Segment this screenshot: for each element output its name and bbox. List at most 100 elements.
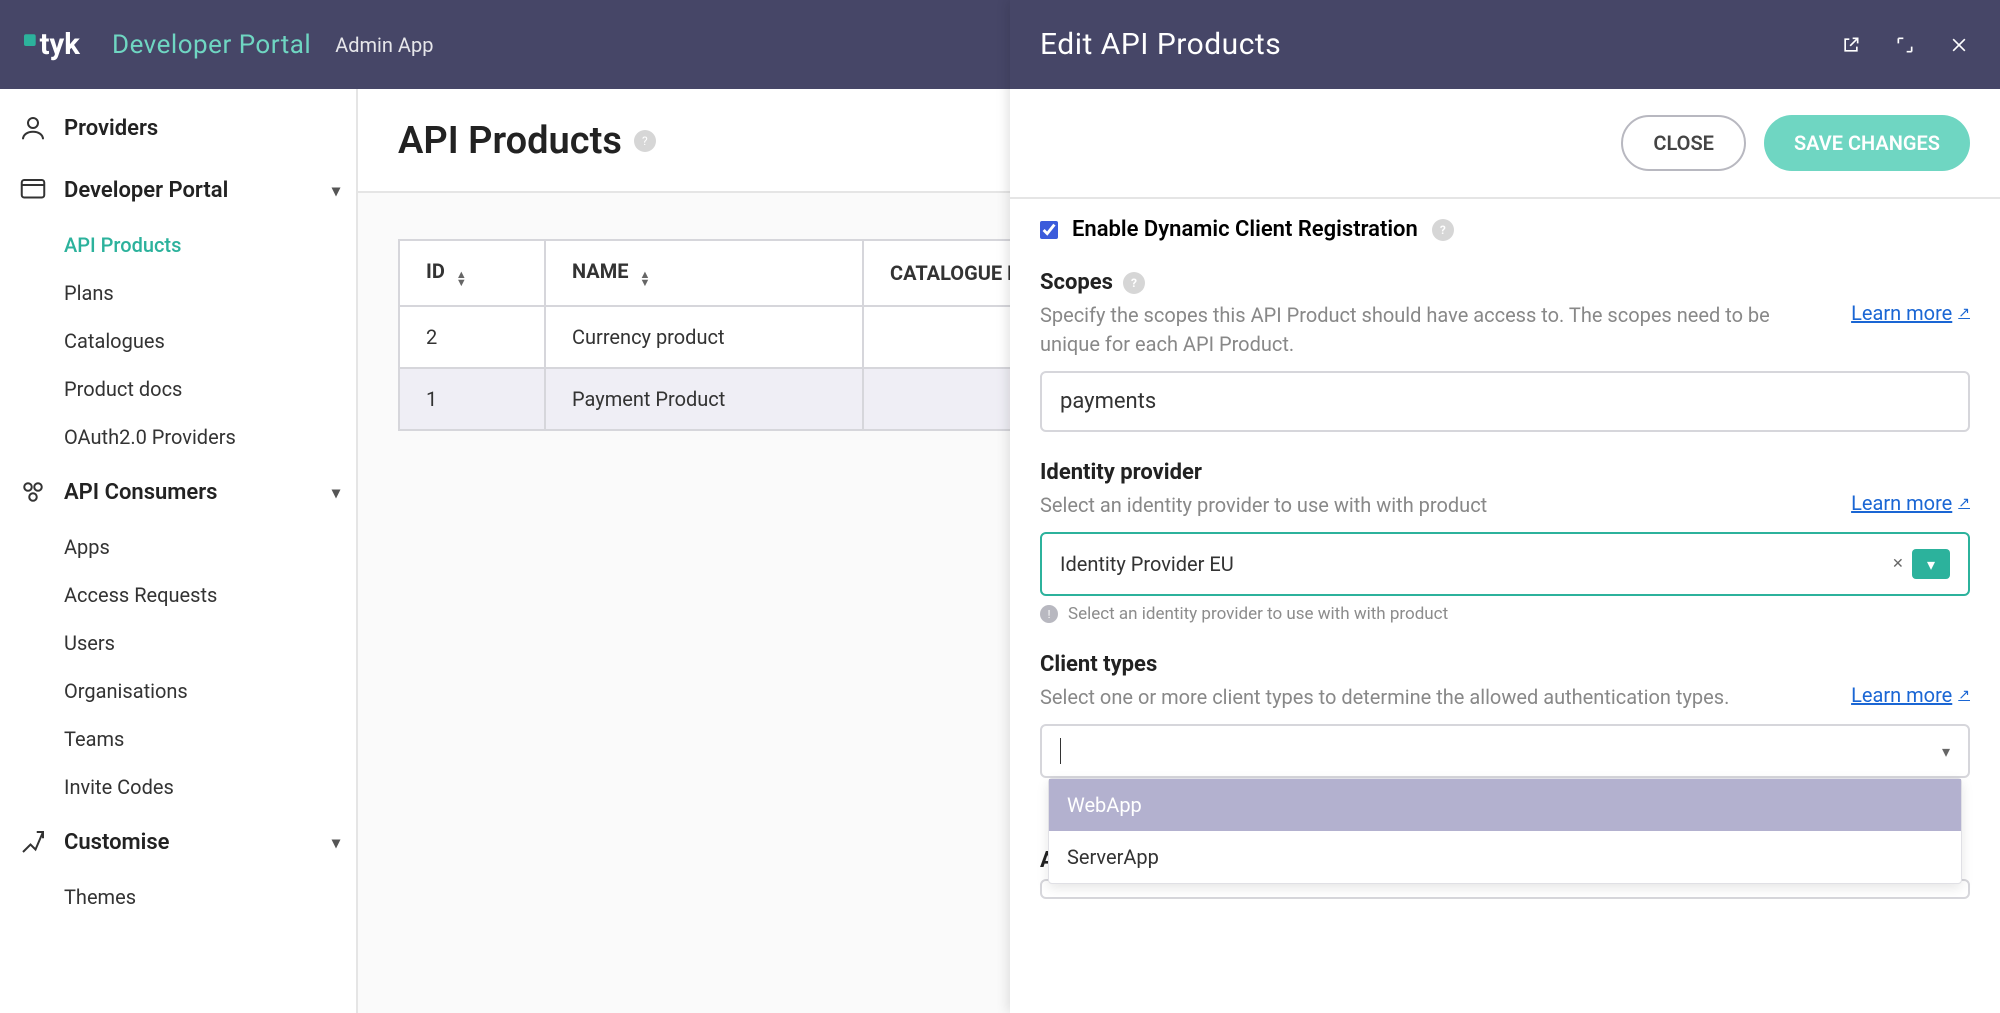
external-link-icon: ↗ (1958, 687, 1970, 703)
providers-icon (16, 111, 50, 145)
sidebar-label: Providers (64, 116, 158, 141)
learn-more-text: Learn more (1851, 491, 1952, 515)
sidebar-item-invite-codes[interactable]: Invite Codes (0, 763, 356, 811)
client-types-heading: Client types (1040, 652, 1970, 677)
save-changes-button[interactable]: SAVE CHANGES (1764, 115, 1970, 171)
clear-icon[interactable]: ✕ (1892, 556, 1904, 572)
close-icon[interactable] (1948, 34, 1970, 56)
text-cursor (1060, 738, 1061, 764)
sidebar-label: Developer Portal (64, 178, 228, 203)
client-types-learn-more-link[interactable]: Learn more ↗ (1851, 683, 1970, 707)
col-name-label: NAME (572, 259, 628, 283)
sidebar-item-themes[interactable]: Themes (0, 873, 356, 921)
idp-learn-more-link[interactable]: Learn more ↗ (1851, 491, 1970, 515)
idp-hint-text: Select an identity provider to use with … (1068, 604, 1448, 624)
client-types-section: Client types Select one or more client t… (1040, 652, 1970, 778)
learn-more-text: Learn more (1851, 683, 1952, 707)
expand-icon[interactable] (1894, 34, 1916, 56)
learn-more-text: Learn more (1851, 301, 1952, 325)
sidebar-section-customise[interactable]: Customise ▾ (0, 811, 356, 873)
sidebar-item-apps[interactable]: Apps (0, 523, 356, 571)
tyk-logo: tyk (24, 24, 102, 66)
client-type-option-webapp[interactable]: WebApp (1049, 779, 1961, 831)
consumers-icon (16, 475, 50, 509)
sidebar-label: API Consumers (64, 480, 217, 505)
enable-dcr-row: Enable Dynamic Client Registration ? (1040, 217, 1970, 242)
scopes-learn-more-link[interactable]: Learn more ↗ (1851, 301, 1970, 325)
help-icon[interactable]: ? (1432, 219, 1454, 241)
idp-select-value: Identity Provider EU (1060, 552, 1234, 576)
sidebar-label: Customise (64, 830, 170, 855)
cell-name: Payment Product (545, 368, 863, 430)
scopes-section: Scopes ? Specify the scopes this API Pro… (1040, 270, 1970, 432)
chevron-down-icon: ▾ (332, 181, 340, 200)
col-name[interactable]: NAME ▲▼ (545, 240, 863, 306)
edit-panel: Edit API Products CLOSE SAVE CHANGES Ena… (1010, 0, 2000, 1013)
sidebar: Providers Developer Portal ▾ API Product… (0, 89, 358, 1013)
col-id-label: ID (426, 259, 445, 283)
idp-heading-text: Identity provider (1040, 460, 1202, 485)
brand-context: Admin App (335, 33, 433, 57)
sidebar-item-oauth2-providers[interactable]: OAuth2.0 Providers (0, 413, 356, 461)
client-types-dropdown-wrap: ▾ WebApp ServerApp (1040, 724, 1970, 778)
client-type-option-serverapp[interactable]: ServerApp (1049, 831, 1961, 883)
sidebar-section-developer-portal[interactable]: Developer Portal ▾ (0, 159, 356, 221)
page-title: API Products (398, 119, 622, 163)
idp-heading: Identity provider (1040, 460, 1970, 485)
customise-icon (16, 825, 50, 859)
idp-desc: Select an identity provider to use with … (1040, 491, 1827, 520)
col-catalogue-label: CATALOGUE DI (890, 261, 1026, 285)
sort-icon: ▲▼ (639, 271, 650, 287)
sort-icon: ▲▼ (456, 271, 467, 287)
sidebar-item-organisations[interactable]: Organisations (0, 667, 356, 715)
chevron-down-icon: ▾ (1942, 742, 1950, 761)
idp-hint: ! Select an identity provider to use wit… (1040, 604, 1970, 624)
chevron-down-icon[interactable]: ✕ (1912, 549, 1950, 579)
scopes-input[interactable] (1040, 371, 1970, 432)
enable-dcr-checkbox[interactable] (1040, 221, 1058, 239)
scopes-desc: Specify the scopes this API Product shou… (1040, 301, 1827, 359)
external-link-icon: ↗ (1958, 495, 1970, 511)
sidebar-item-teams[interactable]: Teams (0, 715, 356, 763)
sidebar-section-providers[interactable]: Providers (0, 97, 356, 159)
idp-section: Identity provider Select an identity pro… (1040, 460, 1970, 624)
sidebar-item-access-requests[interactable]: Access Requests (0, 571, 356, 619)
enable-dcr-checkbox-label[interactable]: Enable Dynamic Client Registration ? (1040, 217, 1970, 242)
brand: tyk Developer Portal (24, 24, 311, 66)
cell-id: 2 (399, 306, 545, 368)
cell-id: 1 (399, 368, 545, 430)
panel-body: Enable Dynamic Client Registration ? Sco… (1010, 199, 2000, 1013)
sidebar-item-plans[interactable]: Plans (0, 269, 356, 317)
header-icons (1840, 34, 1970, 56)
scopes-heading-text: Scopes (1040, 270, 1113, 295)
idp-select[interactable]: Identity Provider EU ✕ (1040, 532, 1970, 596)
col-id[interactable]: ID ▲▼ (399, 240, 545, 306)
portal-icon (16, 173, 50, 207)
help-icon[interactable]: ? (634, 130, 656, 152)
sidebar-item-catalogues[interactable]: Catalogues (0, 317, 356, 365)
sidebar-section-api-consumers[interactable]: API Consumers ▾ (0, 461, 356, 523)
info-icon: ! (1040, 605, 1058, 623)
close-button[interactable]: CLOSE (1621, 115, 1746, 171)
chevron-down-icon: ▾ (332, 483, 340, 502)
sidebar-item-api-products[interactable]: API Products (0, 221, 356, 269)
panel-title: Edit API Products (1040, 27, 1281, 62)
chevron-down-icon: ▾ (332, 833, 340, 852)
client-types-desc: Select one or more client types to deter… (1040, 683, 1827, 712)
panel-header: Edit API Products (1010, 0, 2000, 89)
open-new-window-icon[interactable] (1840, 34, 1862, 56)
client-types-input[interactable]: ▾ (1040, 724, 1970, 778)
panel-actions: CLOSE SAVE CHANGES (1010, 89, 2000, 199)
svg-text:tyk: tyk (40, 27, 81, 61)
client-types-heading-text: Client types (1040, 652, 1157, 677)
external-link-icon: ↗ (1958, 305, 1970, 321)
help-icon[interactable]: ? (1123, 272, 1145, 294)
idp-select-wrap: Identity Provider EU ✕ (1040, 532, 1970, 596)
sidebar-item-product-docs[interactable]: Product docs (0, 365, 356, 413)
sidebar-item-users[interactable]: Users (0, 619, 356, 667)
enable-dcr-text: Enable Dynamic Client Registration (1072, 217, 1418, 242)
brand-product: Developer Portal (112, 30, 311, 60)
scopes-heading: Scopes ? (1040, 270, 1970, 295)
cell-name: Currency product (545, 306, 863, 368)
client-types-menu: WebApp ServerApp (1048, 778, 1962, 884)
